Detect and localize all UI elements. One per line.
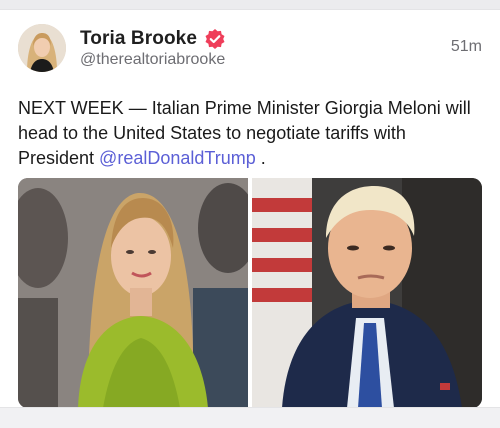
next-post-edge [0,407,500,428]
post-card[interactable]: Toria Brooke @therealtoriabrooke 51m NEX… [0,9,500,408]
post-media[interactable] [18,178,482,408]
author-name[interactable]: Toria Brooke [80,28,197,50]
photo-left[interactable] [18,178,248,408]
verified-badge-icon [204,28,226,50]
post-text-end: . [255,148,266,168]
avatar[interactable] [18,24,66,72]
previous-post-edge [0,0,500,9]
mention-link[interactable]: @realDonaldTrump [99,148,256,168]
photo-right[interactable] [252,178,482,408]
author-handle[interactable]: @therealtoriabrooke [80,51,225,69]
author-row: Toria Brooke [80,26,226,52]
post-timestamp[interactable]: 51m [451,38,482,56]
post-text: NEXT WEEK — Italian Prime Minister Giorg… [18,96,484,171]
